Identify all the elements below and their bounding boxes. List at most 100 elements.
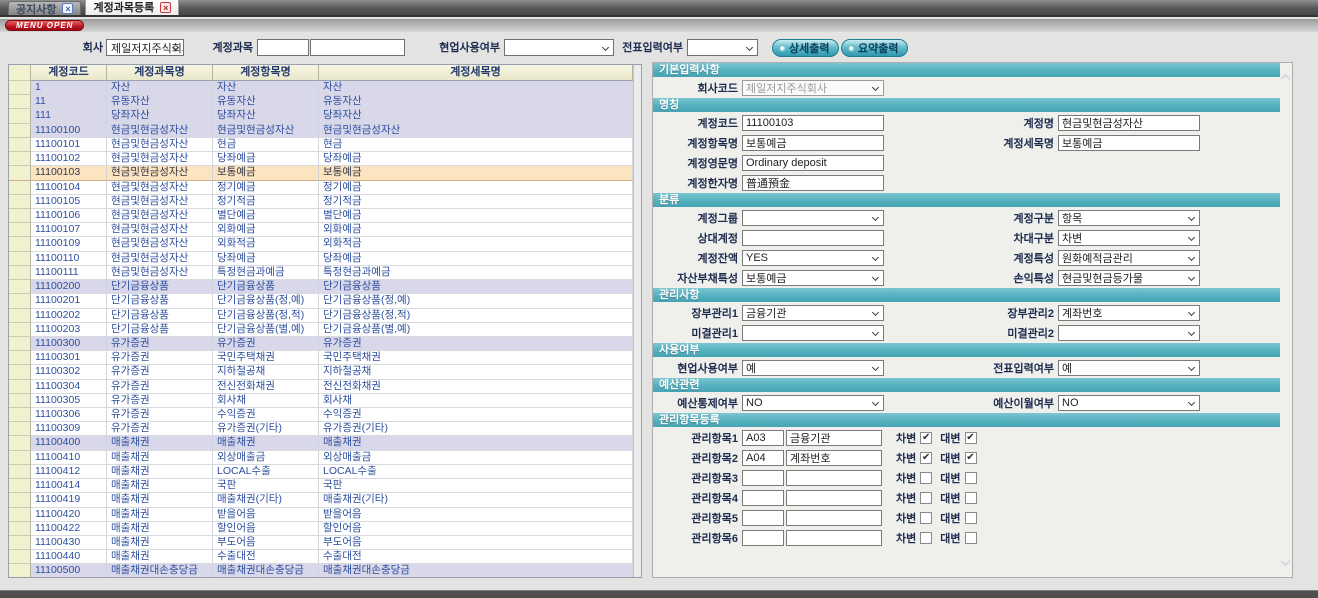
table-scrollbar-track[interactable] [633, 109, 641, 123]
table-row[interactable]: 11 유동자산 유동자산 유동자산 [9, 95, 641, 109]
row-selector-cell[interactable] [9, 351, 31, 365]
table-row[interactable]: 111 당좌자산 당좌자산 당좌자산 [9, 109, 641, 123]
mgmt-item-1-name-field[interactable] [786, 430, 882, 446]
table-row[interactable]: 11100304 유가증권 전신전화채권 전신전화채권 [9, 380, 641, 394]
table-scrollbar-track[interactable] [633, 280, 641, 294]
row-selector-cell[interactable] [9, 550, 31, 564]
tab-account-registration[interactable]: 계정과목등록 × [85, 0, 179, 15]
table-scrollbar-track[interactable] [633, 309, 641, 323]
table-row[interactable]: 11100103 현금및현금성자산 보통예금 보통예금 [9, 166, 641, 180]
row-selector-cell[interactable] [9, 380, 31, 394]
table-scrollbar-track[interactable] [633, 337, 641, 351]
menu-open-button[interactable]: MENU OPEN [5, 20, 84, 31]
row-selector-cell[interactable] [9, 95, 31, 109]
mgmt-item-2-code-field[interactable] [742, 450, 784, 466]
table-scrollbar-track[interactable] [633, 365, 641, 379]
row-selector-cell[interactable] [9, 195, 31, 209]
row-selector-cell[interactable] [9, 493, 31, 507]
account-code-field[interactable] [742, 115, 884, 131]
account-attribute-select[interactable]: 원화예적금관리 [1058, 250, 1200, 266]
row-selector-cell[interactable] [9, 323, 31, 337]
table-scrollbar-track[interactable] [633, 195, 641, 209]
ledger-mgmt2-select[interactable]: 계좌번호 [1058, 305, 1200, 321]
table-scrollbar-track[interactable] [633, 138, 641, 152]
mgmt-item-4-code-field[interactable] [742, 490, 784, 506]
mgmt-item-4-name-field[interactable] [786, 490, 882, 506]
mgmt-item-6-name-field[interactable] [786, 530, 882, 546]
tab-close-icon[interactable]: × [62, 3, 73, 14]
table-row[interactable]: 11100104 현금및현금성자산 정기예금 정기예금 [9, 181, 641, 195]
account-division-select[interactable]: 항목 [1058, 210, 1200, 226]
table-scrollbar-track[interactable] [633, 81, 641, 95]
tab-notice[interactable]: 공지사항 × [8, 1, 81, 15]
row-selector-cell[interactable] [9, 309, 31, 323]
table-row[interactable]: 11100306 유가증권 수익증권 수익증권 [9, 408, 641, 422]
account-balance-select[interactable]: YES [742, 250, 884, 266]
account-chinese-name-field[interactable] [742, 175, 884, 191]
row-selector-cell[interactable] [9, 266, 31, 280]
table-row[interactable]: 11100430 매출채권 부도어음 부도어음 [9, 536, 641, 550]
table-scrollbar-track[interactable] [633, 223, 641, 237]
row-selector-cell[interactable] [9, 152, 31, 166]
table-row[interactable]: 11100419 매출채권 매출채권(기타) 매출채권(기타) [9, 493, 641, 507]
row-selector-cell[interactable] [9, 223, 31, 237]
table-row[interactable]: 11100500 매출채권대손충당금 매출채권대손충당금 매출채권대손충당금 [9, 564, 641, 577]
row-selector-cell[interactable] [9, 508, 31, 522]
summary-print-button[interactable]: 요약출력 [841, 39, 908, 57]
slip-entry-filter-select[interactable] [687, 39, 758, 56]
company-code-select[interactable]: 제일저지주식회사 [742, 80, 884, 96]
mgmt-item-3-code-field[interactable] [742, 470, 784, 486]
table-row[interactable]: 1 자산 자산 자산 [9, 81, 641, 95]
profit-loss-attribute-select[interactable]: 현금및현금등가물 [1058, 270, 1200, 286]
tab-close-icon[interactable]: × [160, 2, 171, 13]
table-scrollbar-track[interactable] [633, 209, 641, 223]
account-subject-name-input[interactable] [310, 39, 405, 56]
table-row[interactable]: 11100302 유가증권 지하철공채 지하철공채 [9, 365, 641, 379]
row-selector-cell[interactable] [9, 280, 31, 294]
table-row[interactable]: 11100203 단기금융상품 단기금융상품(별,예) 단기금융상품(별,예) [9, 323, 641, 337]
table-scrollbar-track[interactable] [633, 351, 641, 365]
row-selector-cell[interactable] [9, 451, 31, 465]
row-selector-cell[interactable] [9, 479, 31, 493]
mgmt-item-1-debit-checkbox[interactable] [920, 432, 932, 444]
row-selector-cell[interactable] [9, 138, 31, 152]
row-selector-cell[interactable] [9, 237, 31, 251]
detail-print-button[interactable]: 상세출력 [772, 39, 839, 57]
counter-account-field[interactable] [742, 230, 884, 246]
row-selector-cell[interactable] [9, 337, 31, 351]
mgmt-item-3-debit-checkbox[interactable] [920, 472, 932, 484]
mgmt-item-5-code-field[interactable] [742, 510, 784, 526]
table-scrollbar-track[interactable] [633, 124, 641, 138]
table-row[interactable]: 11100300 유가증권 유가증권 유가증권 [9, 337, 641, 351]
table-row[interactable]: 11100422 매출채권 할인어음 할인어음 [9, 522, 641, 536]
mgmt-item-1-code-field[interactable] [742, 430, 784, 446]
table-scrollbar-track[interactable] [633, 564, 641, 577]
table-row[interactable]: 11100400 매출채권 매출채권 매출채권 [9, 436, 641, 450]
table-row[interactable]: 11100420 매출채권 받을어음 받을어음 [9, 508, 641, 522]
row-selector-cell[interactable] [9, 422, 31, 436]
table-row[interactable]: 11100107 현금및현금성자산 외화예금 외화예금 [9, 223, 641, 237]
account-subject-code-input[interactable] [257, 39, 309, 56]
table-row[interactable]: 11100101 현금및현금성자산 현금 현금 [9, 138, 641, 152]
mgmt-item-6-debit-checkbox[interactable] [920, 532, 932, 544]
budget-control-select[interactable]: NO [742, 395, 884, 411]
table-scrollbar-track[interactable] [633, 237, 641, 251]
table-row[interactable]: 11100109 현금및현금성자산 외화적금 외화적금 [9, 237, 641, 251]
row-selector-cell[interactable] [9, 465, 31, 479]
table-row[interactable]: 11100412 매출채권 LOCAL수출 LOCAL수출 [9, 465, 641, 479]
table-scrollbar-track[interactable] [633, 252, 641, 266]
row-selector-cell[interactable] [9, 536, 31, 550]
table-row[interactable]: 11100301 유가증권 국민주택채권 국민주택채권 [9, 351, 641, 365]
account-detail-name-field[interactable] [1058, 135, 1200, 151]
table-scrollbar-track[interactable] [633, 451, 641, 465]
table-scrollbar-track[interactable] [633, 436, 641, 450]
mgmt-item-6-credit-checkbox[interactable] [965, 532, 977, 544]
chevron-up-icon[interactable] [1281, 74, 1291, 84]
row-selector-cell[interactable] [9, 522, 31, 536]
table-row[interactable]: 11100102 현금및현금성자산 당좌예금 당좌예금 [9, 152, 641, 166]
mgmt-item-3-credit-checkbox[interactable] [965, 472, 977, 484]
account-group-select[interactable] [742, 210, 884, 226]
table-scrollbar-track[interactable] [633, 408, 641, 422]
table-row[interactable]: 11100309 유가증권 유가증권(기타) 유가증권(기타) [9, 422, 641, 436]
mgmt-item-4-credit-checkbox[interactable] [965, 492, 977, 504]
